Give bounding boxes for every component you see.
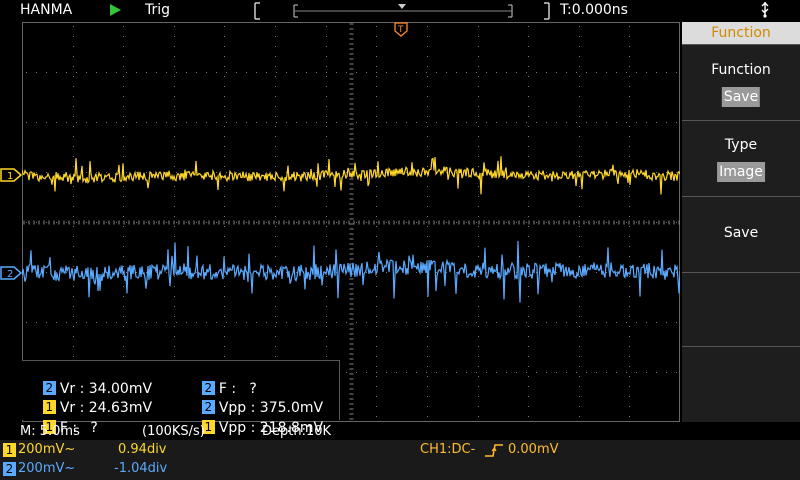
ch1-info[interactable]: 1 200mV~ 0.94div CH1:DC- 0.00mV	[0, 441, 800, 459]
measurement-item: 2F : ?	[184, 362, 257, 397]
menu-item-value: Image	[717, 162, 765, 182]
acquisition-status: M: 5.0ms (100KS/s) Depth:10K	[0, 424, 680, 440]
menu-item-label: Type	[724, 137, 758, 153]
trigger-level: 0.00mV	[508, 442, 559, 457]
menu-item-type[interactable]: Type Image	[682, 120, 800, 196]
ch1-level-marker[interactable]: 1	[0, 168, 22, 182]
ch2-position: -1.04div	[114, 461, 168, 476]
menu-item-label: Function	[711, 62, 771, 78]
menu-item-label: Save	[723, 225, 759, 241]
menu-item-function[interactable]: Function Save	[682, 44, 800, 120]
memory-position-bar[interactable]	[254, 2, 550, 20]
ch2-tag: 2	[3, 462, 16, 476]
measurement-item: 2 Vpp : 375.0mV	[184, 381, 323, 416]
brand-label: HANMA	[20, 2, 73, 18]
menu-item-empty[interactable]	[682, 346, 800, 422]
timebase-readout[interactable]: M: 5.0ms	[20, 424, 80, 440]
svg-text:2: 2	[7, 269, 13, 280]
top-status-bar: HANMA Trig T:0.000ns	[0, 0, 800, 22]
trigger-source: CH1:DC-	[420, 442, 476, 457]
time-offset-readout: T:0.000ns	[560, 2, 628, 18]
measurement-item: 1 Vpp : 218.8mV	[184, 401, 323, 436]
measurement-item: 2 Vr : 34.00mV	[25, 362, 152, 397]
measurement-panel: 2 Vr : 34.00mV 2F : ? 1 Vr : 24.63mV 2 Vpp …	[22, 360, 340, 436]
ch2-info[interactable]: 2 200mV~ -1.04div	[0, 460, 800, 478]
menu-item-empty[interactable]	[682, 272, 800, 346]
trigger-status: Trig	[145, 2, 171, 18]
ch2-level-marker[interactable]: 2	[0, 266, 22, 280]
usb-icon	[761, 2, 769, 18]
menu-item-value: Save	[721, 87, 761, 107]
ch2-scale: 200mV~	[18, 461, 76, 476]
menu-title: Function	[682, 22, 800, 44]
measurement-item: 1F : ?	[25, 401, 98, 436]
ch1-tag: 1	[3, 443, 16, 457]
svg-text:1: 1	[7, 171, 13, 182]
menu-item-save[interactable]: Save	[682, 196, 800, 272]
function-menu: Function Function Save Type Image Save	[682, 22, 800, 422]
sample-rate-readout: (100KS/s)	[142, 424, 205, 439]
ch1-scale: 200mV~	[18, 442, 76, 457]
measurement-item: 1 Vr : 24.63mV	[25, 381, 152, 416]
memory-depth-readout: Depth:10K	[262, 424, 332, 439]
ch1-position: 0.94div	[118, 442, 167, 457]
svg-text:T: T	[397, 25, 404, 35]
rising-edge-icon	[485, 444, 503, 457]
channel-info-bar: 1 200mV~ 0.94div CH1:DC- 0.00mV 2 200mV~…	[0, 440, 800, 480]
run-icon[interactable]	[110, 4, 121, 16]
